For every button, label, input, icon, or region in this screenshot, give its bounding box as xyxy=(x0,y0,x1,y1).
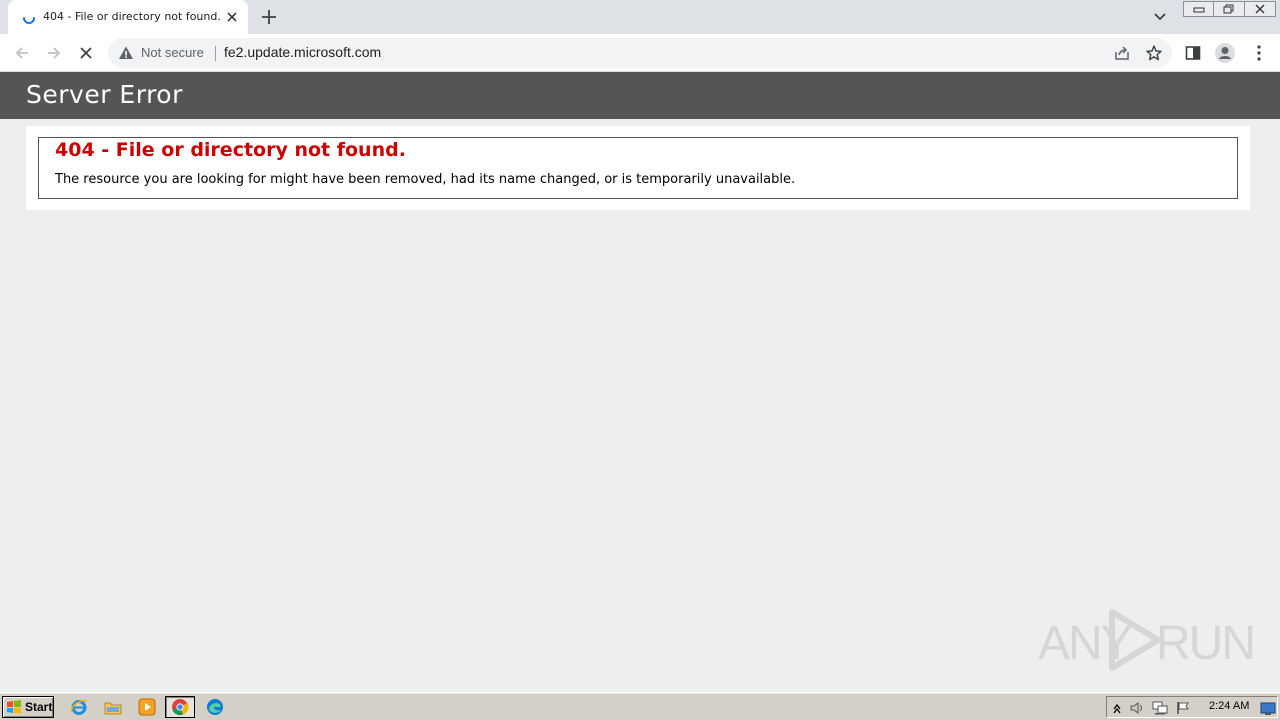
taskbar-internet-explorer[interactable] xyxy=(68,697,90,717)
new-tab-icon[interactable] xyxy=(259,7,279,27)
taskbar-clock[interactable]: 2:24 AM xyxy=(1209,700,1249,712)
close-window-icon xyxy=(1255,4,1265,14)
stop-loading-button[interactable] xyxy=(75,42,97,64)
taskbar-file-explorer[interactable] xyxy=(102,697,124,717)
folder-icon xyxy=(104,702,122,715)
anyrun-watermark: ANY RUN xyxy=(1038,606,1256,672)
network-icon xyxy=(1152,701,1168,715)
loading-spinner-icon xyxy=(23,17,35,24)
start-label: Start xyxy=(25,700,53,714)
profile-button[interactable] xyxy=(1214,42,1236,64)
address-bar[interactable]: Not secure fe2.update.microsoft.com xyxy=(108,38,1172,68)
start-button[interactable]: Start xyxy=(2,696,54,718)
server-error-header: Server Error xyxy=(0,72,1280,119)
security-status[interactable]: Not secure xyxy=(141,45,204,60)
browser-menu-button[interactable] xyxy=(1248,42,1270,64)
internet-explorer-icon xyxy=(71,699,88,715)
minimize-icon xyxy=(1193,7,1204,13)
close-tab-icon[interactable] xyxy=(224,9,240,25)
side-panel-icon xyxy=(1185,46,1201,60)
network-button[interactable] xyxy=(1152,700,1168,716)
volume-button[interactable] xyxy=(1129,700,1145,716)
minimize-button[interactable] xyxy=(1183,1,1214,17)
flag-icon xyxy=(1177,702,1189,714)
chrome-icon xyxy=(172,699,189,716)
restore-icon xyxy=(1223,4,1234,14)
chevron-up-icon xyxy=(1113,703,1121,714)
chevron-down-icon[interactable] xyxy=(1151,8,1169,26)
error-heading: 404 - File or directory not found. xyxy=(55,139,406,161)
taskbar-edge[interactable] xyxy=(204,697,226,717)
taskbar: Start 2:24 AM xyxy=(0,692,1280,720)
browser-tab[interactable]: 404 - File or directory not found. xyxy=(8,0,248,34)
error-box: 404 - File or directory not found. The r… xyxy=(38,137,1238,199)
back-button[interactable] xyxy=(11,42,33,64)
windows-logo-icon xyxy=(7,700,21,714)
address-divider xyxy=(215,46,216,61)
show-desktop-button[interactable] xyxy=(1260,700,1276,716)
close-window-button[interactable] xyxy=(1245,1,1276,17)
speaker-icon xyxy=(1130,702,1142,714)
avatar-icon xyxy=(1215,43,1235,63)
tab-title: 404 - File or directory not found. xyxy=(43,10,221,23)
arrow-right-icon xyxy=(48,47,61,59)
browser-toolbar: Not secure fe2.update.microsoft.com xyxy=(0,34,1280,72)
desktop-icon xyxy=(1260,702,1276,715)
forward-button[interactable] xyxy=(43,42,65,64)
media-player-icon xyxy=(138,698,156,716)
show-hidden-icons-button[interactable] xyxy=(1109,700,1125,716)
tab-strip: 404 - File or directory not found. xyxy=(0,0,1280,34)
more-vertical-icon xyxy=(1257,45,1261,61)
action-center-button[interactable] xyxy=(1175,700,1191,716)
edge-icon xyxy=(207,699,223,715)
system-tray: 2:24 AM xyxy=(1106,696,1278,718)
stop-icon xyxy=(80,47,92,59)
arrow-left-icon xyxy=(15,47,28,59)
taskbar-chrome[interactable] xyxy=(165,696,195,718)
error-message: The resource you are looking for might h… xyxy=(55,172,796,187)
url-text[interactable]: fe2.update.microsoft.com xyxy=(224,44,381,60)
taskbar-media-player[interactable] xyxy=(136,697,158,717)
content-panel: 404 - File or directory not found. The r… xyxy=(26,126,1250,210)
page-title: Server Error xyxy=(26,80,183,109)
window-controls xyxy=(1183,1,1276,17)
watermark-right-text: RUN xyxy=(1156,617,1256,670)
side-panel-button[interactable] xyxy=(1182,42,1204,64)
restore-button[interactable] xyxy=(1214,1,1245,17)
warning-icon[interactable] xyxy=(118,45,134,61)
share-icon[interactable] xyxy=(1113,44,1131,62)
bookmark-star-icon[interactable] xyxy=(1145,44,1163,62)
